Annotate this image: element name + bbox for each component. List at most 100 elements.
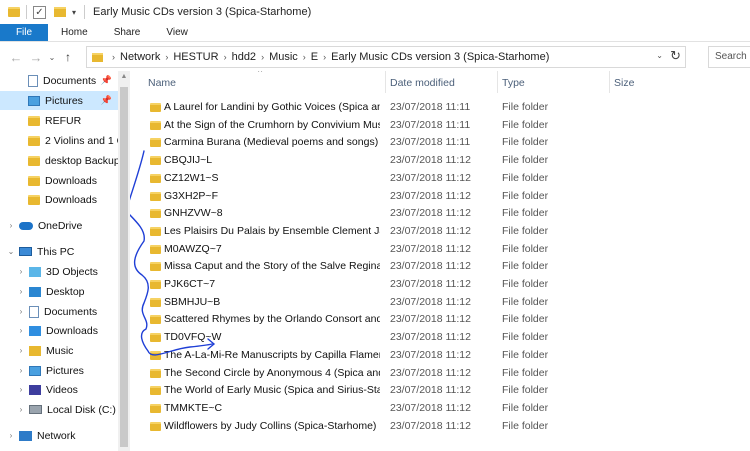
expand-chevron-icon[interactable]: › xyxy=(16,287,26,296)
tab-home[interactable]: Home xyxy=(48,24,101,41)
table-row[interactable]: Wildflowers by Judy Collins (Spica-Starh… xyxy=(144,418,704,435)
table-row[interactable]: GNHZVW~8 23/07/2018 11:12 File folder xyxy=(144,205,704,222)
expand-chevron-icon[interactable]: › xyxy=(16,385,26,394)
sidebar-item-music[interactable]: › Music xyxy=(0,341,118,360)
sidebar-item-refur[interactable]: REFUR xyxy=(0,111,118,130)
sidebar-item-pc-downloads[interactable]: › Downloads xyxy=(0,321,118,340)
breadcrumb-network[interactable]: Network xyxy=(120,51,160,63)
sidebar-item-downloads-2[interactable]: Downloads xyxy=(0,190,118,209)
expand-chevron-icon[interactable]: › xyxy=(6,221,16,230)
file-type: File folder xyxy=(502,101,549,113)
search-input[interactable]: Search E xyxy=(708,46,750,68)
column-header-name[interactable]: Name xyxy=(144,71,386,93)
expand-chevron-icon[interactable]: › xyxy=(16,366,26,375)
up-arrow-icon[interactable]: ↑ xyxy=(58,50,78,64)
sidebar-item-pc-documents[interactable]: › Documents xyxy=(0,302,118,321)
sidebar-item-pictures[interactable]: Pictures 📌 xyxy=(0,91,118,110)
table-row[interactable]: At the Sign of the Crumhorn by Convivium… xyxy=(144,117,704,134)
tab-file[interactable]: File xyxy=(0,24,48,41)
pin-icon[interactable]: 📌 xyxy=(101,75,112,86)
file-type: File folder xyxy=(502,136,549,149)
sidebar-item-label: 2 Violins and 1 G xyxy=(45,134,118,147)
table-row[interactable]: The Second Circle by Anonymous 4 (Spica … xyxy=(144,365,704,382)
column-header-date[interactable]: Date modified xyxy=(386,71,498,93)
refresh-icon[interactable]: ↻ xyxy=(670,48,681,64)
folder-icon xyxy=(28,175,40,186)
pin-icon[interactable]: 📌 xyxy=(101,95,112,106)
expand-chevron-icon[interactable]: › xyxy=(16,405,26,414)
breadcrumb-separator-icon[interactable]: › xyxy=(323,52,326,62)
address-bar[interactable]: › Network › HESTUR › hdd2 › Music › E › … xyxy=(86,46,686,68)
file-date-modified: 23/07/2018 11:12 xyxy=(390,419,471,432)
tab-view[interactable]: View xyxy=(153,24,201,41)
breadcrumb-separator-icon[interactable]: › xyxy=(261,52,264,62)
breadcrumb-e[interactable]: E xyxy=(311,51,318,63)
sidebar-item-local-disk[interactable]: › Local Disk (C:) xyxy=(0,400,118,419)
properties-check-icon[interactable]: ✓ xyxy=(33,5,46,19)
sidebar-item-label: This PC xyxy=(37,245,75,258)
sidebar-item-pc-pictures[interactable]: › Pictures xyxy=(0,361,118,380)
expand-chevron-icon[interactable]: › xyxy=(16,326,26,335)
folder-icon xyxy=(150,368,161,378)
table-row[interactable]: Carmina Burana (Medieval poems and songs… xyxy=(144,134,704,151)
column-header-type[interactable]: Type xyxy=(498,71,610,93)
table-row[interactable]: The A-La-Mi-Re Manuscripts by Capilla Fl… xyxy=(144,347,704,364)
file-name: The Second Circle by Anonymous 4 (Spica … xyxy=(164,366,380,379)
table-row[interactable]: A Laurel for Landini by Gothic Voices (S… xyxy=(144,99,704,116)
table-row[interactable]: M0AWZQ~7 23/07/2018 11:12 File folder xyxy=(144,241,704,258)
scrollbar-thumb[interactable] xyxy=(120,87,128,447)
sidebar-item-3d-objects[interactable]: › 3D Objects xyxy=(0,262,118,281)
table-row[interactable]: CBQJIJ~L 23/07/2018 11:12 File folder xyxy=(144,152,704,169)
table-row[interactable]: Les Plaisirs Du Palais by Ensemble Cleme… xyxy=(144,223,704,240)
sidebar-item-network[interactable]: › Network xyxy=(0,426,118,445)
sidebar-item-2-violins[interactable]: 2 Violins and 1 G xyxy=(0,131,118,150)
sidebar-item-documents[interactable]: Documents 📌 xyxy=(0,71,118,90)
breadcrumb-music[interactable]: Music xyxy=(269,51,298,63)
table-row[interactable]: The World of Early Music (Spica and Siri… xyxy=(144,382,704,399)
sidebar-item-desktop-backup[interactable]: desktop Backup xyxy=(0,151,118,170)
sidebar-item-label: Network xyxy=(37,429,76,442)
address-dropdown-chevron-icon[interactable]: ⌄ xyxy=(656,51,663,60)
file-date-modified: 23/07/2018 11:12 xyxy=(390,207,471,220)
breadcrumb-hestur[interactable]: HESTUR xyxy=(173,51,218,63)
sidebar-item-videos[interactable]: › Videos xyxy=(0,380,118,399)
folder-icon xyxy=(28,115,40,126)
breadcrumb-separator-icon[interactable]: › xyxy=(224,52,227,62)
table-row[interactable]: Missa Caput and the Story of the Salve R… xyxy=(144,258,704,275)
expand-chevron-icon[interactable]: › xyxy=(6,431,16,440)
navigation-pane-scrollbar[interactable]: ▲ xyxy=(118,71,130,451)
table-row[interactable]: TD0VFQ~W 23/07/2018 11:12 File folder xyxy=(144,329,704,346)
back-arrow-icon[interactable]: ← xyxy=(6,50,26,65)
scroll-up-arrow-icon[interactable]: ▲ xyxy=(118,71,130,83)
column-header-size[interactable]: Size xyxy=(610,71,690,93)
expand-chevron-icon[interactable]: › xyxy=(16,267,26,276)
expand-chevron-icon[interactable]: › xyxy=(16,307,26,316)
forward-arrow-icon[interactable]: → xyxy=(26,50,46,65)
table-row[interactable]: PJK6CT~7 23/07/2018 11:12 File folder xyxy=(144,276,704,293)
expand-chevron-icon[interactable]: › xyxy=(16,346,26,355)
file-name: TMMKTE~C xyxy=(164,401,223,414)
tab-share[interactable]: Share xyxy=(101,24,154,41)
file-type: File folder xyxy=(502,154,549,167)
collapse-chevron-icon[interactable]: ⌄ xyxy=(6,247,16,256)
file-date-modified: 23/07/2018 11:12 xyxy=(390,224,471,237)
recent-locations-chevron-icon[interactable]: ⌄ xyxy=(46,53,58,62)
folder-icon xyxy=(150,262,161,272)
sidebar-item-this-pc[interactable]: ⌄ This PC xyxy=(0,242,118,261)
sidebar-item-downloads[interactable]: Downloads xyxy=(0,171,118,190)
breadcrumb-separator-icon[interactable]: › xyxy=(165,52,168,62)
customize-toolbar-chevron-icon[interactable]: ▾ xyxy=(72,8,76,17)
table-row[interactable]: SBMHJU~B 23/07/2018 11:12 File folder xyxy=(144,294,704,311)
table-row[interactable]: G3XH2P~F 23/07/2018 11:12 File folder xyxy=(144,188,704,205)
new-folder-icon[interactable] xyxy=(54,7,66,17)
table-row[interactable]: CZ12W1~S 23/07/2018 11:12 File folder xyxy=(144,170,704,187)
breadcrumb-hdd2[interactable]: hdd2 xyxy=(232,51,256,63)
breadcrumb-separator-icon[interactable]: › xyxy=(112,52,115,62)
sidebar-item-desktop[interactable]: › Desktop xyxy=(0,282,118,301)
breadcrumb-current-folder[interactable]: Early Music CDs version 3 (Spica-Starhom… xyxy=(331,51,549,63)
table-row[interactable]: TMMKTE~C 23/07/2018 11:12 File folder xyxy=(144,400,704,417)
breadcrumb-separator-icon[interactable]: › xyxy=(303,52,306,62)
table-row[interactable]: Scattered Rhymes by the Orlando Consort … xyxy=(144,311,704,328)
toolbar-divider xyxy=(84,5,86,19)
sidebar-item-onedrive[interactable]: › OneDrive xyxy=(0,216,118,235)
